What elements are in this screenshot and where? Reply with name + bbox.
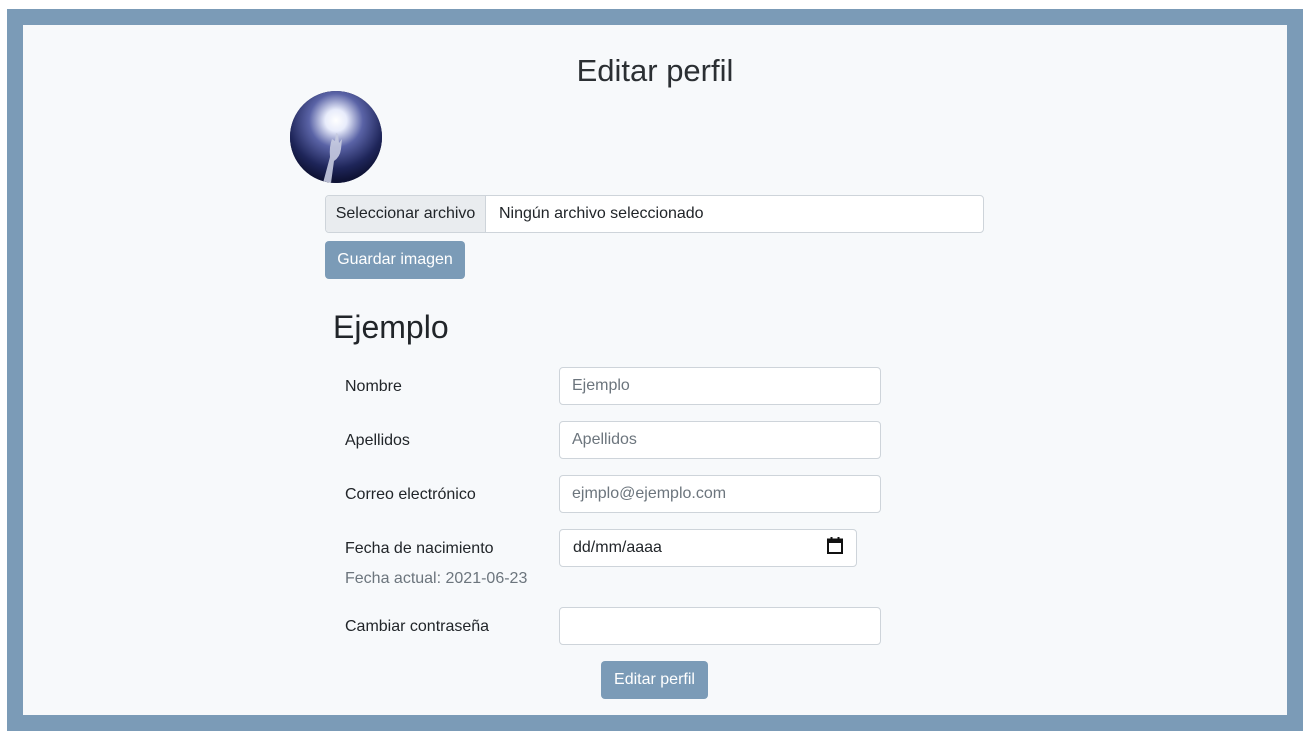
- file-status-text: Ningún archivo seleccionado: [499, 205, 704, 222]
- birthdate-label: Fecha de nacimiento: [345, 540, 494, 557]
- name-label: Nombre: [345, 378, 402, 395]
- password-input[interactable]: [559, 607, 881, 645]
- password-label: Cambiar contraseña: [345, 618, 490, 635]
- calendar-icon[interactable]: [827, 537, 843, 559]
- email-input[interactable]: [559, 475, 881, 513]
- page-frame: Editar perfil Seleccionar archivo Ningún…: [7, 9, 1303, 731]
- username-heading: Ejemplo: [333, 309, 449, 345]
- edit-profile-button[interactable]: Editar perfil: [601, 661, 708, 699]
- avatar-image: [290, 91, 382, 183]
- avatar: [290, 91, 382, 183]
- birthdate-input[interactable]: dd/mm/aaaa: [559, 529, 857, 567]
- birthdate-current-hint: Fecha actual: 2021-06-23: [345, 570, 528, 587]
- name-input[interactable]: [559, 367, 881, 405]
- birthdate-value: dd/mm/aaaa: [573, 539, 662, 556]
- file-picker[interactable]: Seleccionar archivo Ningún archivo selec…: [325, 195, 984, 233]
- edit-profile-panel: Editar perfil Seleccionar archivo Ningún…: [23, 25, 1287, 715]
- save-image-button[interactable]: Guardar imagen: [325, 241, 465, 279]
- surname-input[interactable]: [559, 421, 881, 459]
- email-label: Correo electrónico: [345, 486, 476, 503]
- surname-label: Apellidos: [345, 432, 410, 449]
- choose-file-button[interactable]: Seleccionar archivo: [326, 196, 486, 232]
- page-title: Editar perfil: [576, 53, 734, 88]
